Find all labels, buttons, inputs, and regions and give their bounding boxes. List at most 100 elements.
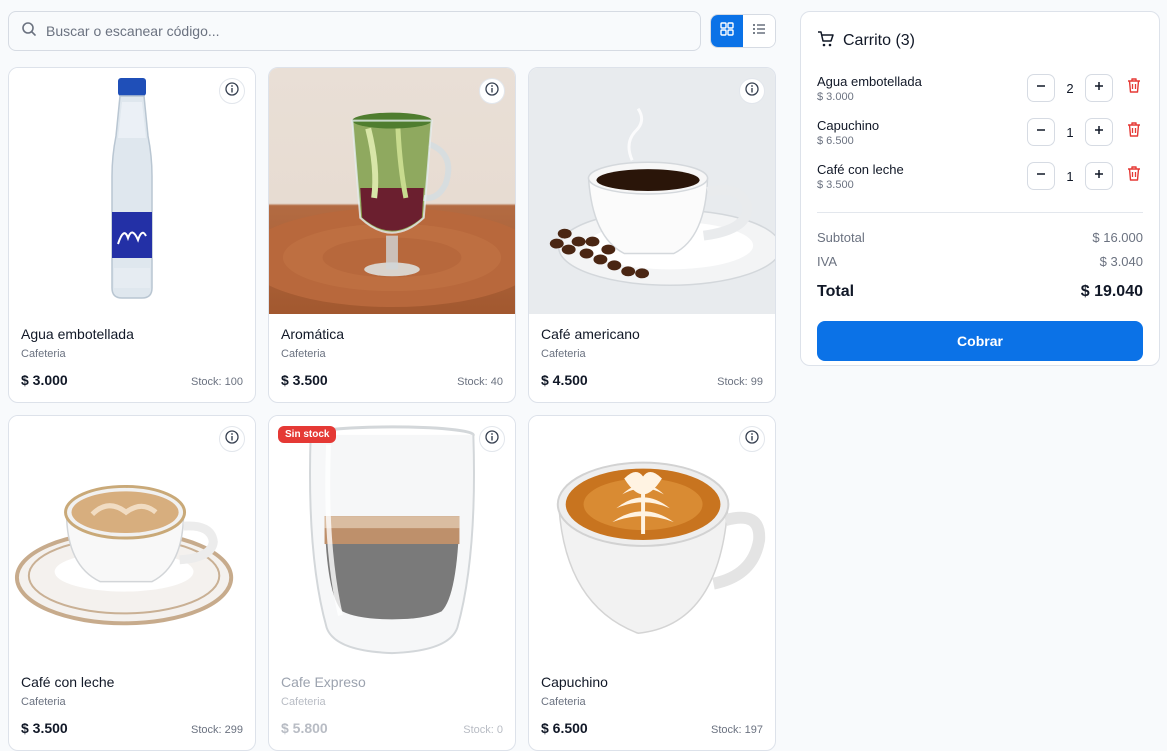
increase-button[interactable] <box>1085 74 1113 102</box>
grid-icon <box>720 21 734 41</box>
cart-item-info: Café con leche $ 3.500 <box>817 162 904 191</box>
info-icon <box>485 429 499 449</box>
cart-item-name: Café con leche <box>817 161 904 177</box>
info-icon <box>745 81 759 101</box>
grid-view-button[interactable] <box>711 15 743 47</box>
product-footer: $ 4.500 Stock: 99 <box>541 372 763 388</box>
charge-button[interactable]: Cobrar <box>817 321 1143 361</box>
product-category: Cafeteria <box>21 696 66 708</box>
info-button[interactable] <box>739 78 765 104</box>
plus-icon <box>1093 123 1105 141</box>
product-card[interactable]: Café con leche Cafeteria $ 3.500 Stock: … <box>8 415 256 751</box>
info-button[interactable] <box>219 426 245 452</box>
product-stock: Stock: 197 <box>711 724 763 736</box>
product-image-capuchino <box>529 416 775 662</box>
search-box[interactable] <box>8 11 701 51</box>
plus-icon <box>1093 79 1105 97</box>
total-row: Total $ 19.040 <box>817 279 1143 305</box>
product-card[interactable]: Aromática Cafeteria $ 3.500 Stock: 40 <box>268 67 516 403</box>
cart-header: Carrito (3) <box>817 30 1143 52</box>
cart-item-info: Agua embotellada $ 3.000 <box>817 74 922 103</box>
product-info: Capuchino Cafeteria $ 6.500 Stock: 197 <box>529 662 775 736</box>
remove-item-button[interactable] <box>1125 78 1143 98</box>
info-icon <box>485 81 499 101</box>
product-stock: Stock: 299 <box>191 724 243 736</box>
tax-label: IVA <box>817 253 837 269</box>
cart-item-price: $ 3.500 <box>817 178 854 191</box>
product-image-cafe-con-leche <box>9 416 255 662</box>
product-stock: Stock: 0 <box>463 724 503 736</box>
product-category: Cafeteria <box>541 696 586 708</box>
increase-button[interactable] <box>1085 118 1113 146</box>
product-stock: Stock: 40 <box>457 376 503 388</box>
cart-item: Agua embotellada $ 3.000 2 <box>817 66 1143 110</box>
cart-item-name: Agua embotellada <box>817 73 922 89</box>
cart-item-name: Capuchino <box>817 117 880 133</box>
info-icon <box>745 429 759 449</box>
info-button[interactable] <box>479 78 505 104</box>
product-category: Cafeteria <box>541 348 586 360</box>
product-price: $ 4.500 <box>541 372 588 388</box>
product-info: Café americano Cafeteria $ 4.500 Stock: … <box>529 314 775 388</box>
out-of-stock-badge: Sin stock <box>278 426 337 443</box>
cart-item-info: Capuchino $ 6.500 <box>817 118 879 147</box>
product-image-expreso: Sin stock <box>269 416 515 662</box>
cart-item-price: $ 6.500 <box>817 134 854 147</box>
product-stock: Stock: 99 <box>717 376 763 388</box>
product-info: Agua embotellada Cafeteria $ 3.000 Stock… <box>9 314 255 388</box>
info-button[interactable] <box>479 426 505 452</box>
increase-button[interactable] <box>1085 162 1113 190</box>
quantity-value: 1 <box>1066 124 1074 140</box>
minus-icon <box>1035 123 1047 141</box>
product-footer: $ 6.500 Stock: 197 <box>541 720 763 736</box>
info-button[interactable] <box>739 426 765 452</box>
info-button[interactable] <box>219 78 245 104</box>
product-image-aromatica <box>269 68 515 314</box>
decrease-button[interactable] <box>1027 162 1055 190</box>
cart-title: Carrito (3) <box>843 32 916 49</box>
search-input[interactable] <box>46 23 688 39</box>
decrease-button[interactable] <box>1027 74 1055 102</box>
product-footer: $ 3.500 Stock: 299 <box>21 720 243 736</box>
plus-icon <box>1093 167 1105 185</box>
cart-divider <box>817 212 1143 213</box>
cart-panel: Carrito (3) Agua embotellada $ 3.000 2 C… <box>800 11 1160 366</box>
list-view-button[interactable] <box>743 15 775 47</box>
quantity-value: 2 <box>1066 80 1074 96</box>
product-category: Cafeteria <box>21 348 66 360</box>
subtotal-row: Subtotal $ 16.000 <box>817 225 1143 249</box>
tax-value: $ 3.040 <box>1099 253 1143 269</box>
product-card[interactable]: Café americano Cafeteria $ 4.500 Stock: … <box>528 67 776 403</box>
trash-icon <box>1127 122 1141 142</box>
cart-item: Capuchino $ 6.500 1 <box>817 110 1143 154</box>
list-icon <box>752 22 766 41</box>
product-price: $ 6.500 <box>541 720 588 736</box>
search-row <box>8 11 776 51</box>
cart-item: Café con leche $ 3.500 1 <box>817 154 1143 198</box>
total-label: Total <box>817 283 855 300</box>
product-category: Cafeteria <box>281 348 326 360</box>
product-info: Cafe Expreso Cafeteria $ 5.800 Stock: 0 <box>269 662 515 736</box>
product-card[interactable]: Sin stock Cafe Expreso Cafeteria $ 5.800… <box>268 415 516 751</box>
product-price: $ 5.800 <box>281 720 328 736</box>
product-image-americano <box>529 68 775 314</box>
product-card[interactable]: Capuchino Cafeteria $ 6.500 Stock: 197 <box>528 415 776 751</box>
subtotal-value: $ 16.000 <box>1092 229 1143 245</box>
tax-row: IVA $ 3.040 <box>817 249 1143 273</box>
product-name: Agua embotellada <box>21 326 134 342</box>
quantity-stepper: 1 <box>1027 118 1143 146</box>
info-icon <box>225 429 239 449</box>
minus-icon <box>1035 167 1047 185</box>
product-name: Café con leche <box>21 674 115 690</box>
product-card[interactable]: Agua embotellada Cafeteria $ 3.000 Stock… <box>8 67 256 403</box>
remove-item-button[interactable] <box>1125 122 1143 142</box>
product-name: Aromática <box>281 326 345 342</box>
search-icon <box>21 21 37 42</box>
product-name: Capuchino <box>541 674 608 690</box>
product-stock: Stock: 100 <box>191 376 243 388</box>
cart-icon <box>817 30 835 53</box>
decrease-button[interactable] <box>1027 118 1055 146</box>
product-footer: $ 3.500 Stock: 40 <box>281 372 503 388</box>
trash-icon <box>1127 78 1141 98</box>
remove-item-button[interactable] <box>1125 166 1143 185</box>
